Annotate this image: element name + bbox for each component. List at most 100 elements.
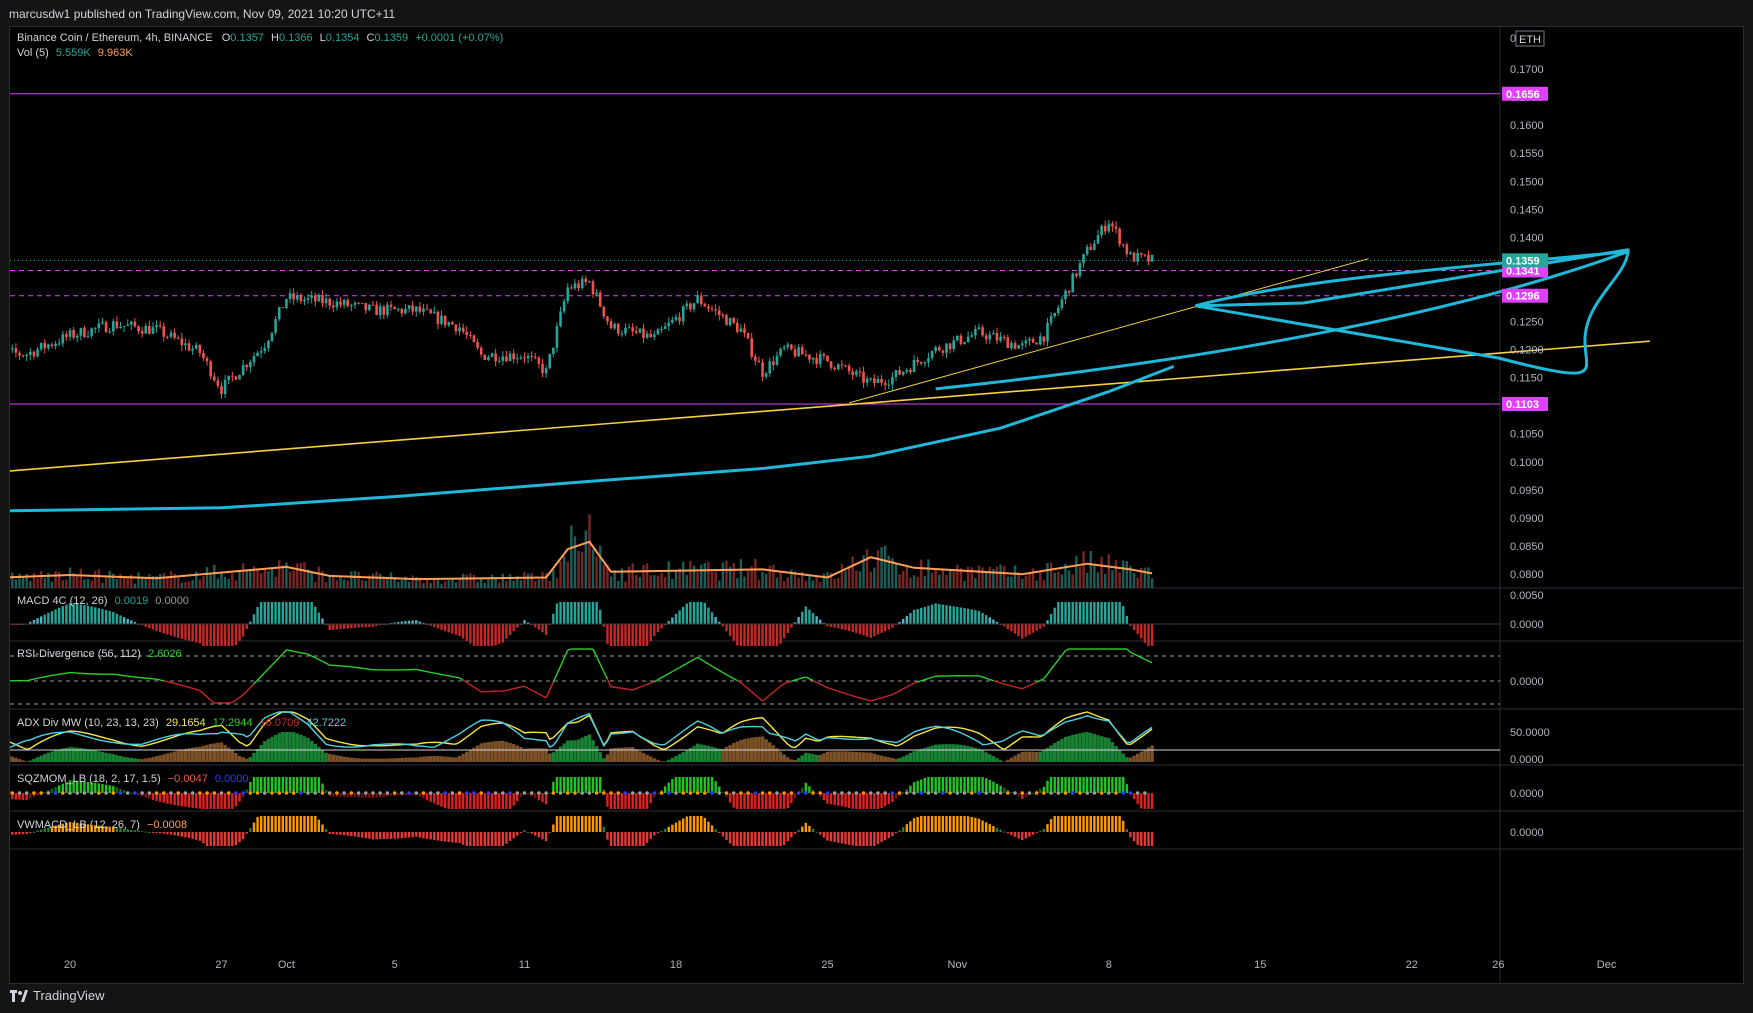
sqzmom-bar [635, 793, 638, 809]
candle-up [241, 365, 245, 375]
candle-up [1024, 340, 1028, 344]
sqzmom-bar [1114, 777, 1118, 793]
macd-histogram-bar [505, 624, 508, 639]
sqzmom-bar [663, 786, 667, 793]
macd-histogram-bar [43, 614, 46, 624]
vwmacd-bar [198, 832, 202, 841]
rsi-line-segment [913, 681, 918, 684]
vwmacd-bar [945, 816, 948, 832]
vwmacd-name: VWMACD_LB [17, 819, 87, 831]
sqzmom-bar [880, 793, 883, 809]
rsi-line-segment [704, 661, 709, 665]
candle-down [847, 365, 851, 372]
candle-down [743, 328, 746, 333]
macd-histogram-bar [649, 624, 652, 642]
rsi-line-segment [664, 672, 670, 677]
adx-area-bar [208, 743, 213, 762]
candle-up [353, 302, 357, 305]
rsi-line-segment [726, 674, 731, 678]
sqzmom-dot [912, 791, 916, 795]
rsi-line-segment [202, 693, 208, 698]
macd-histogram-bar [454, 624, 458, 635]
candle-up [508, 353, 512, 362]
rsi-line-segment [802, 676, 807, 679]
adx-area-bar [573, 740, 577, 762]
adx-area-bar [50, 751, 54, 762]
sqzmom-dot [1006, 791, 1010, 795]
candle-up [1100, 225, 1103, 236]
adx-area-bar [450, 757, 455, 762]
vwmacd-bar [981, 820, 984, 832]
candle-down [714, 309, 717, 311]
rsi-line-segment [264, 668, 269, 673]
adx-area-bar [349, 757, 354, 762]
candle-down [321, 295, 324, 304]
sqzmom-bar [703, 777, 707, 793]
volume-bar [353, 570, 357, 588]
vwmacd-bar [588, 816, 591, 832]
vwmacd-bar [948, 816, 952, 832]
vwmacd-bar [1057, 816, 1060, 832]
adx-area-bar [1143, 749, 1147, 762]
candle-down [757, 360, 761, 363]
sqzmom-bar [443, 793, 447, 809]
candle-down [937, 347, 941, 351]
rsi-line-segment [174, 682, 179, 686]
sqzmom-dot [450, 791, 455, 795]
vwmacd-bar [1132, 832, 1136, 842]
macd-histogram-bar [94, 607, 97, 624]
volume-bar [158, 574, 162, 588]
vwmacd-bar [710, 825, 714, 832]
vwmacd-bar [894, 832, 898, 834]
candle-down [476, 342, 479, 348]
sqzmom-bar [451, 793, 454, 809]
volume-bar [140, 577, 144, 588]
adx-area-bar [685, 750, 689, 762]
volume-bar [1111, 570, 1114, 588]
sqzmom-bar [952, 777, 955, 793]
candle-down [375, 304, 378, 316]
adx-area-bar [421, 756, 426, 762]
macd-histogram-bar [779, 624, 782, 644]
currency-label[interactable]: ETH [1519, 34, 1541, 46]
sqzmom-bar [1085, 777, 1089, 793]
adx-area-bar [897, 758, 902, 762]
sqzmom-dot [977, 791, 981, 795]
adx-area-bar [57, 749, 61, 762]
sqzmom-dot [291, 791, 296, 795]
moving-average-layer [10, 365, 1175, 513]
adx-area-bar [270, 736, 274, 762]
rsi-line-segment [517, 686, 522, 689]
volume-label: Vol (5) [17, 47, 49, 59]
sqzmom-bar [494, 793, 497, 809]
volume-bar [822, 573, 826, 588]
volume-bar [667, 561, 670, 588]
adx-area-bar [894, 758, 898, 762]
volume-bar [422, 583, 425, 588]
rsi-line-segment [772, 688, 778, 693]
sqzmom-bar [671, 779, 674, 793]
vwmacd-bar [371, 832, 375, 840]
vwmacd-bar [819, 832, 822, 835]
sqzmom-bar [793, 793, 797, 799]
adx-area-bar [1031, 751, 1035, 762]
vwmacd-bar [768, 832, 771, 846]
volume-bar [61, 580, 64, 588]
vwmacd-bar [191, 832, 194, 839]
macd-histogram-bar [39, 616, 43, 624]
candle-up [988, 334, 992, 340]
hand-drawn-arrow [1195, 248, 1630, 375]
rsi-line-segment [246, 687, 251, 692]
macd-histogram-bar [47, 612, 50, 624]
candle-up [566, 287, 570, 302]
adx-area-bar [1074, 734, 1079, 762]
adx-area-bar [100, 752, 105, 762]
macd-histogram-bar [1143, 624, 1147, 643]
chart-frame[interactable]: 0.0050 0.0000 0.0000 50.0000 0.0000 0.0000 0.0… [9, 26, 1744, 984]
tradingview-logo[interactable]: TradingView [10, 988, 105, 1003]
sqzmom-dot [861, 791, 866, 795]
vwmacd-bar [227, 832, 230, 846]
candle-down [577, 283, 580, 289]
volume-bar [873, 567, 876, 588]
chart-canvas[interactable]: 0.00500.00000.000050.00000.00000.00000.0… [10, 27, 1743, 983]
